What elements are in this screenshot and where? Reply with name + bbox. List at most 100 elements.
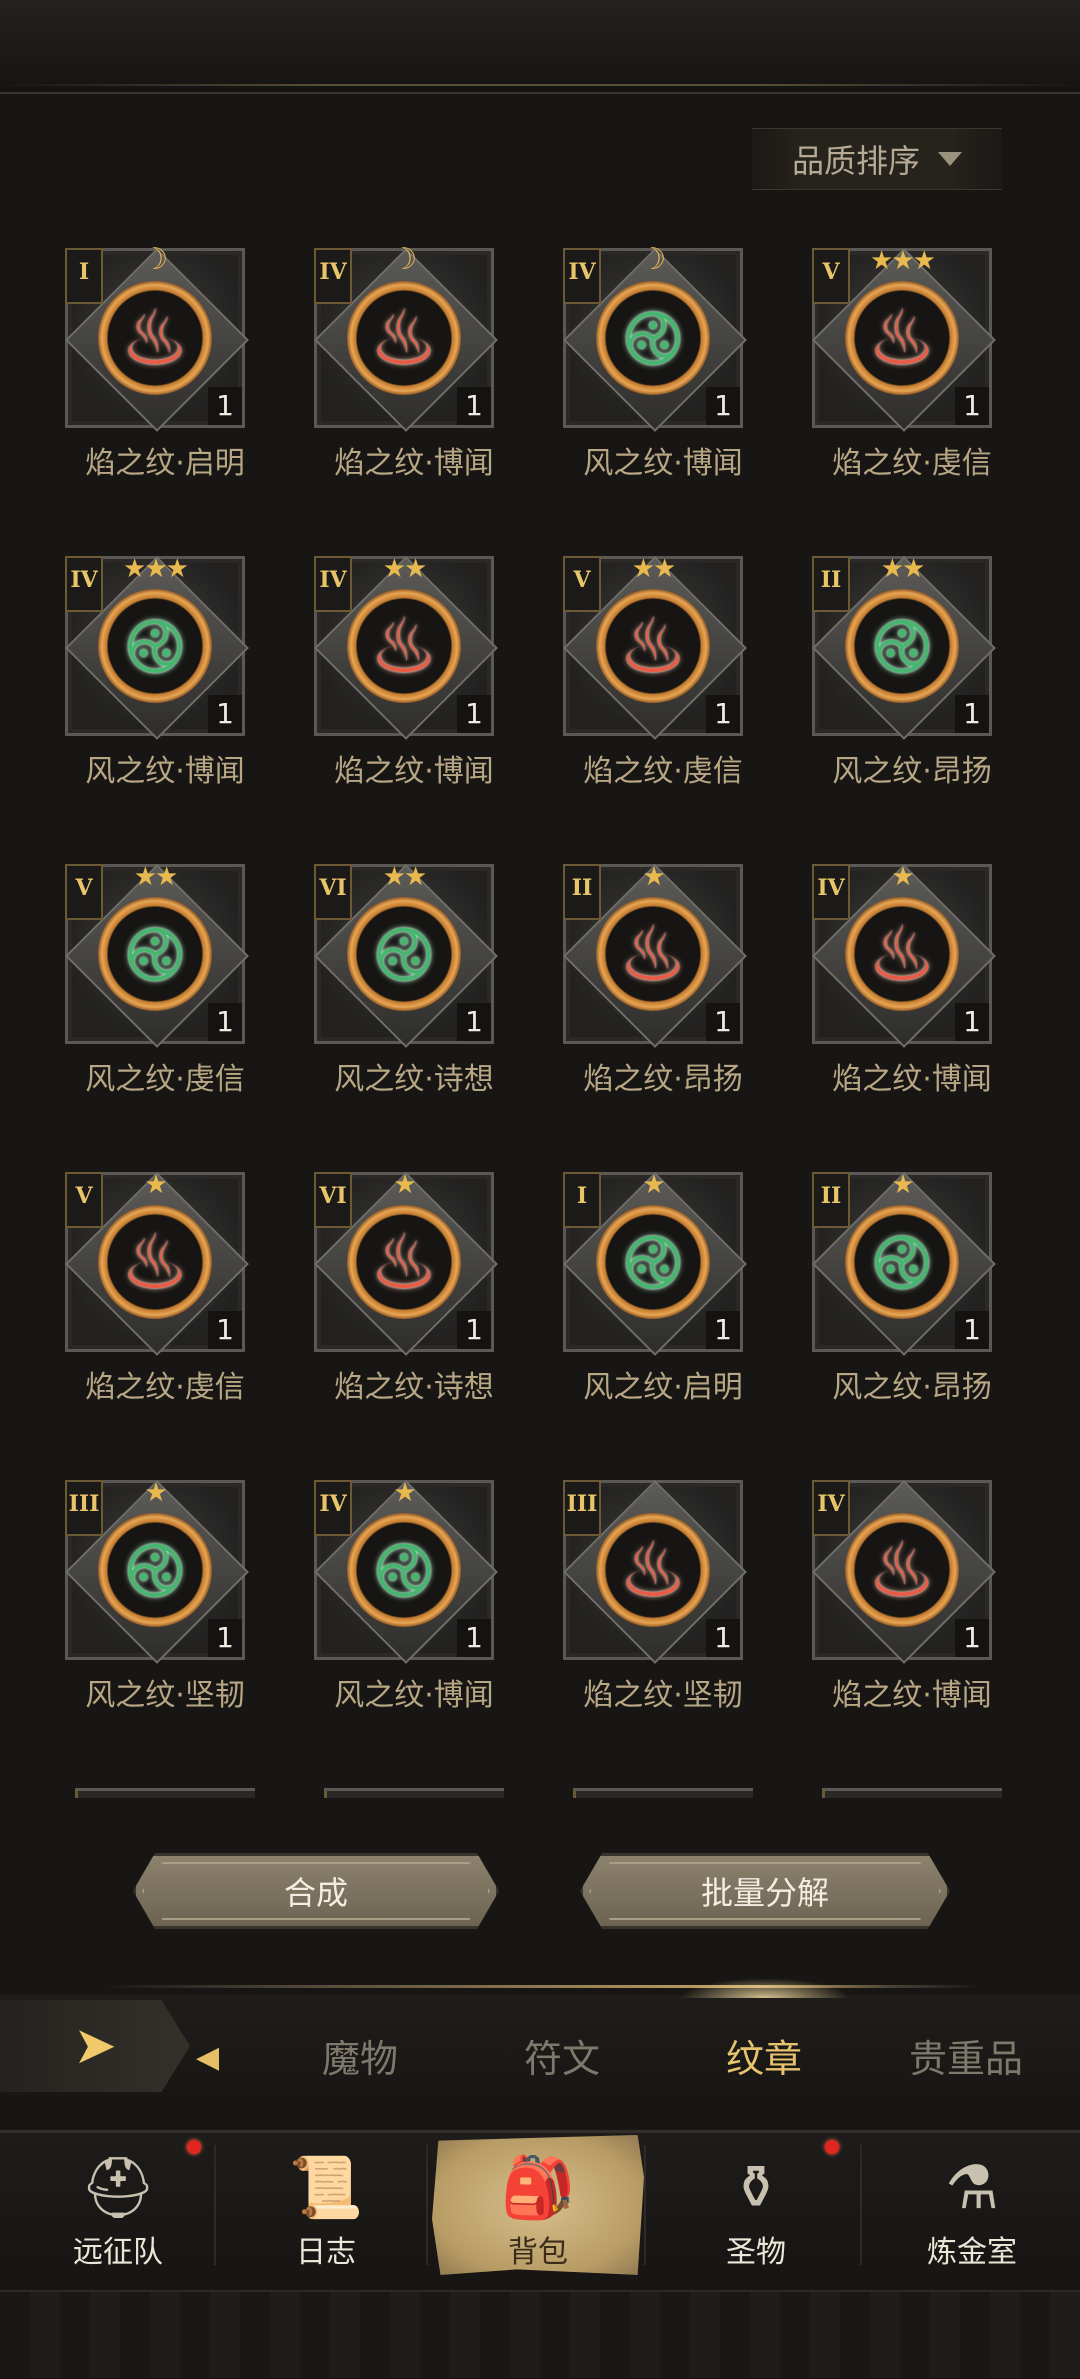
item-frame: ♨ V ★★ 1 [563,554,747,740]
item-name: 风之纹·博闻 [334,1678,494,1713]
scroll-icon: 📜 [288,2153,364,2223]
item-frame: ࿋ II ★★ 1 [812,554,996,740]
tab-label: 魔物 [321,2037,398,2081]
item-frame: ࿋ I ★ 1 [563,1170,747,1356]
emblem-item[interactable]: ࿋ III ★ 1 风之纹·坚韧 [40,1479,290,1730]
item-count: 1 [955,387,989,425]
tab-monsters[interactable]: 魔物 [280,2028,440,2083]
emblem-item[interactable]: ♨ IV ★ 1 焰之纹·博闻 [787,862,1037,1114]
emblem-item[interactable]: ♨ I ☽ 1 焰之纹·启明 [40,242,290,498]
notification-dot [825,2140,839,2154]
emblem-item[interactable]: ♨ V ★★★ 1 焰之纹·虔信 [787,246,1037,498]
item-count: 1 [208,387,242,425]
item-frame: ♨ III 1 [563,1480,747,1664]
item-count: 1 [457,1003,491,1041]
item-name: 风之纹·昂扬 [832,754,992,789]
item-count: 1 [706,387,740,425]
emblem-item[interactable]: ࿋ I ★ 1 风之纹·启明 [538,1170,788,1422]
tab-valuables[interactable]: 贵重品 [886,2028,1046,2083]
item-name: 焰之纹·启明 [85,446,245,481]
top-header-bar [0,0,1080,94]
item-frame: ♨ II ★ 1 [563,863,747,1048]
item-name: 风之纹·诗想 [334,1062,494,1097]
viking-helmet-icon: ⛑ [79,2153,157,2223]
emblem-item[interactable]: ࿋ II ★★ 1 风之纹·昂扬 [787,554,1037,806]
star-rating: ★★ [880,554,926,584]
partial-item-frame [324,1788,504,1798]
item-frame: ♨ V ★ 1 [65,1171,249,1356]
nav-separator [860,2145,862,2265]
item-count: 1 [208,1003,242,1041]
emblem-item[interactable]: ࿋ IV ☽ 1 风之纹·博闻 [538,245,788,498]
emblem-item[interactable]: ࿋ V ★★ 1 风之纹·虔信 [40,862,290,1114]
item-name: 焰之纹·博闻 [334,754,494,789]
item-frame: ♨ IV 1 [812,1480,996,1664]
star-rating: ★★ [631,554,677,584]
item-name: 焰之纹·博闻 [334,446,494,481]
star-rating: ★★★ [870,246,936,276]
tab-runes[interactable]: 符文 [482,2028,642,2083]
quality-sort-dropdown[interactable]: 品质排序 [752,128,1002,190]
nav-scroll[interactable]: 📜 日志 [220,2135,432,2275]
chevron-left-icon[interactable]: ◀ [196,2040,219,2075]
nav-brazier[interactable]: ⚱ 圣物 [650,2135,862,2275]
notification-dot [187,2140,201,2154]
nav-label: 圣物 [726,2235,786,2270]
nav-label: 背包 [508,2235,568,2270]
chevron-down-icon [938,152,962,166]
emblem-item[interactable]: ♨ V ★★ 1 焰之纹·虔信 [538,554,788,806]
item-count: 1 [457,387,491,425]
emblem-item[interactable]: ࿋ VI ★★ 1 风之纹·诗想 [289,863,539,1114]
item-count: 1 [706,1311,740,1349]
item-count: 1 [955,695,989,733]
item-frame: ♨ IV ☽ 1 [314,242,498,432]
tab-emblems[interactable]: 纹章 [684,2028,844,2083]
item-frame: ࿋ IV ★★★ 1 [65,555,249,740]
item-count: 1 [457,695,491,733]
nav-label: 炼金室 [927,2235,1017,2270]
emblem-item[interactable]: ♨ IV 1 焰之纹·博闻 [787,1480,1037,1730]
item-count: 1 [208,1619,242,1657]
item-name: 风之纹·虔信 [85,1062,245,1097]
emblem-item[interactable]: ♨ III 1 焰之纹·坚韧 [538,1480,788,1730]
item-name: 风之纹·坚韧 [85,1678,245,1713]
crescent-icon: ☽ [141,242,169,277]
item-count: 1 [706,1619,740,1657]
emblem-item[interactable]: ♨ IV ★★ 1 焰之纹·博闻 [289,554,539,806]
crescent-icon: ☽ [390,242,418,277]
tier-badge: III [563,1480,601,1536]
bulk-decompose-button[interactable]: 批量分解 [580,1853,950,1929]
item-name: 风之纹·启明 [583,1370,743,1405]
item-count: 1 [706,695,740,733]
star-rating: ★ [891,862,914,892]
item-count: 1 [955,1619,989,1657]
item-count: 1 [955,1003,989,1041]
star-rating: ★★ [133,862,179,892]
nav-alchemy[interactable]: ⚗ 炼金室 [866,2135,1078,2275]
item-name: 焰之纹·虔信 [583,754,743,789]
item-frame: ♨ V ★★★ 1 [812,246,996,432]
emblem-item[interactable]: ࿋ IV ★ 1 风之纹·博闻 [289,1479,539,1730]
item-name: 焰之纹·博闻 [832,1678,992,1713]
tab-label: 符文 [523,2037,600,2081]
collapse-tabs-button[interactable]: ➤ [0,2000,190,2092]
item-name: 焰之纹·诗想 [334,1370,494,1405]
emblem-item[interactable]: ࿋ IV ★★★ 1 风之纹·博闻 [40,555,290,806]
nav-viking-helmet[interactable]: ⛑ 远征队 [12,2135,224,2275]
bottom-decoration [0,2290,1080,2378]
star-rating: ★ [642,1170,665,1200]
item-frame: ࿋ IV ☽ 1 [563,245,747,432]
star-rating: ★★ [382,554,428,584]
emblem-item[interactable]: ♨ V ★ 1 焰之纹·虔信 [40,1171,290,1422]
item-name: 风之纹·昂扬 [832,1370,992,1405]
item-count: 1 [706,1003,740,1041]
synthesize-button[interactable]: 合成 [133,1853,499,1929]
item-count: 1 [208,695,242,733]
nav-backpack[interactable]: 🎒 背包 [432,2135,644,2275]
item-name: 焰之纹·昂扬 [583,1062,743,1097]
item-name: 风之纹·博闻 [583,446,743,481]
emblem-item[interactable]: ♨ VI ★ 1 焰之纹·诗想 [289,1171,539,1422]
emblem-item[interactable]: ♨ IV ☽ 1 焰之纹·博闻 [289,242,539,498]
emblem-item[interactable]: ࿋ II ★ 1 风之纹·昂扬 [787,1171,1037,1422]
emblem-item[interactable]: ♨ II ★ 1 焰之纹·昂扬 [538,863,788,1114]
